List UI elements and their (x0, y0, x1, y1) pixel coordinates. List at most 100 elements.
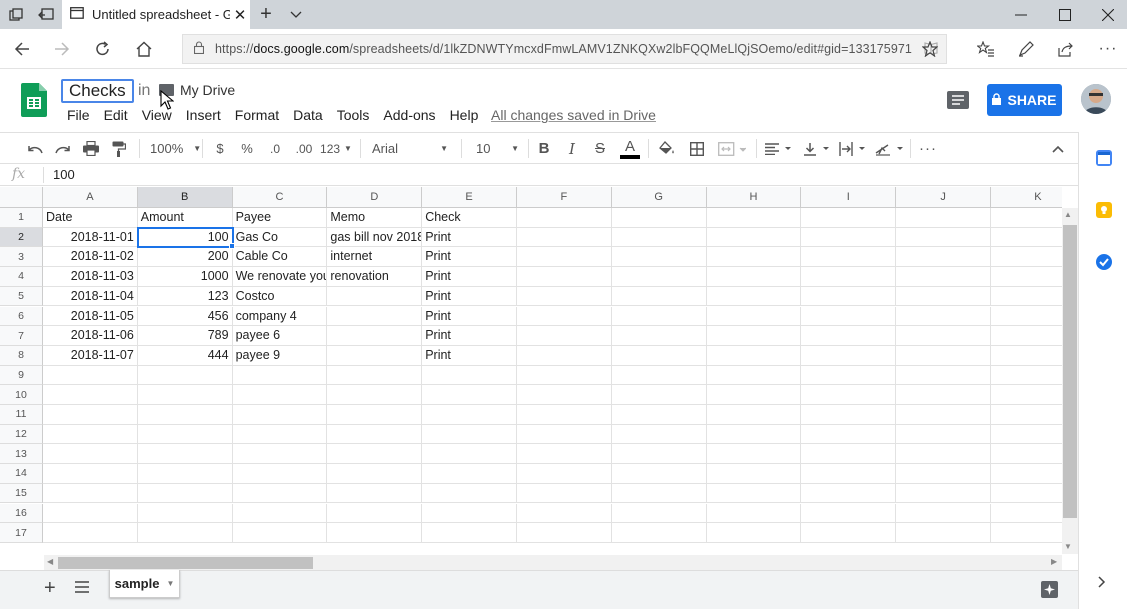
cell-b7[interactable]: 789 (137, 326, 233, 346)
browser-tab[interactable]: Untitled spreadsheet - G ✕ (62, 0, 250, 29)
cell-b15[interactable] (137, 483, 233, 504)
cell-a6[interactable]: 2018-11-05 (43, 306, 138, 327)
cell-j8[interactable] (896, 345, 991, 366)
cell-k14[interactable] (991, 464, 1062, 484)
vertical-align-icon[interactable] (800, 133, 832, 164)
row-header[interactable]: 4 (0, 267, 43, 287)
cell-d7[interactable] (327, 326, 423, 346)
cell-j17[interactable] (896, 523, 991, 543)
cell-g11[interactable] (611, 405, 707, 425)
cell-b14[interactable] (137, 464, 233, 484)
cell-e9[interactable] (422, 365, 517, 386)
cell-f6[interactable] (517, 306, 612, 327)
tab-list-icon[interactable] (4, 0, 28, 29)
cell-k11[interactable] (991, 405, 1062, 425)
tab-aside-icon[interactable] (34, 0, 58, 29)
increase-decimal-button[interactable]: .00 (290, 133, 318, 164)
row-header[interactable]: 6 (0, 306, 43, 327)
cell-e2[interactable]: Print (422, 227, 517, 248)
cell-f9[interactable] (517, 365, 612, 386)
row-header[interactable]: 9 (0, 365, 43, 386)
cell-g3[interactable] (611, 247, 707, 268)
column-header-i[interactable]: I (801, 187, 897, 208)
cell-j9[interactable] (896, 365, 991, 386)
cell-a16[interactable] (43, 503, 138, 524)
row-header[interactable]: 3 (0, 247, 43, 268)
cell-i12[interactable] (801, 424, 897, 445)
cell-g9[interactable] (611, 365, 707, 386)
text-color-button[interactable]: A (618, 133, 642, 164)
cell-a15[interactable] (43, 483, 138, 504)
cell-b4[interactable]: 1000 (137, 267, 233, 287)
cell-a13[interactable] (43, 444, 138, 465)
cell-e8[interactable]: Print (422, 345, 517, 366)
cell-a3[interactable]: 2018-11-02 (43, 247, 138, 268)
row-header[interactable]: 15 (0, 483, 43, 504)
close-window-icon[interactable] (1086, 0, 1127, 29)
cell-e4[interactable]: Print (422, 267, 517, 287)
cell-j2[interactable] (896, 227, 991, 248)
cell-j7[interactable] (896, 326, 991, 346)
more-formats-select[interactable]: 123 ▼ (319, 133, 353, 164)
doc-title-input[interactable]: Checks (61, 79, 134, 103)
cell-i6[interactable] (801, 306, 897, 327)
cell-h8[interactable] (706, 345, 802, 366)
expand-panel-icon[interactable] (1098, 576, 1106, 591)
cell-c6[interactable]: company 4 (232, 306, 328, 327)
cell-b13[interactable] (137, 444, 233, 465)
cell-e12[interactable] (422, 424, 517, 445)
cell-k9[interactable] (991, 366, 1062, 386)
cell-j14[interactable] (896, 464, 991, 484)
font-family-select[interactable]: Arial ▼ (366, 133, 454, 164)
horizontal-align-icon[interactable] (762, 133, 794, 164)
cell-b2[interactable]: 100 (137, 227, 233, 248)
cell-b8[interactable]: 444 (137, 345, 233, 366)
cell-j15[interactable] (896, 483, 991, 504)
avatar[interactable] (1081, 84, 1111, 114)
cell-b3[interactable]: 200 (137, 247, 233, 268)
horizontal-scroll-thumb[interactable] (58, 557, 313, 569)
fill-color-icon[interactable] (654, 133, 678, 164)
cell-d8[interactable] (327, 345, 423, 366)
cell-h6[interactable] (706, 306, 802, 327)
cell-d3[interactable]: internet (327, 247, 423, 268)
cell-f15[interactable] (517, 483, 612, 504)
comments-icon[interactable] (947, 91, 969, 109)
cell-e3[interactable]: Print (422, 247, 517, 268)
cell-a2[interactable]: 2018-11-01 (43, 227, 138, 248)
column-header-f[interactable]: F (517, 187, 612, 208)
share-button[interactable]: SHARE (987, 84, 1062, 116)
cell-f7[interactable] (517, 326, 612, 346)
cell-j1[interactable] (896, 208, 991, 228)
cell-d4[interactable]: renovation (327, 267, 423, 287)
cell-e1[interactable]: Check (422, 208, 517, 228)
cell-i15[interactable] (801, 483, 897, 504)
cell-f10[interactable] (517, 385, 612, 405)
cell-h3[interactable] (706, 247, 802, 268)
cell-i16[interactable] (801, 503, 897, 524)
cell-k4[interactable] (991, 267, 1062, 287)
cell-b9[interactable] (137, 365, 233, 386)
row-header[interactable]: 17 (0, 523, 43, 543)
close-icon[interactable]: ✕ (230, 6, 250, 24)
scroll-left-icon[interactable]: ◀ (47, 557, 53, 566)
menu-data[interactable]: Data (286, 106, 330, 126)
cell-f8[interactable] (517, 345, 612, 366)
bold-button[interactable]: B (533, 133, 555, 164)
cell-k10[interactable] (991, 385, 1062, 405)
cell-h15[interactable] (706, 483, 802, 504)
cell-f11[interactable] (517, 405, 612, 425)
favorite-star-icon[interactable] (910, 29, 950, 69)
menu-file[interactable]: File (60, 106, 97, 126)
cell-c15[interactable] (232, 483, 328, 504)
cell-e13[interactable] (422, 444, 517, 465)
explore-icon[interactable] (1041, 581, 1058, 601)
cell-g17[interactable] (611, 523, 707, 543)
cell-i7[interactable] (801, 326, 897, 346)
menu-format[interactable]: Format (228, 106, 286, 126)
cell-h2[interactable] (706, 227, 802, 248)
cell-g10[interactable] (611, 385, 707, 405)
cell-f4[interactable] (517, 267, 612, 287)
more-tools-icon[interactable]: ··· (915, 133, 941, 164)
cell-c4[interactable]: We renovate you (232, 267, 328, 287)
